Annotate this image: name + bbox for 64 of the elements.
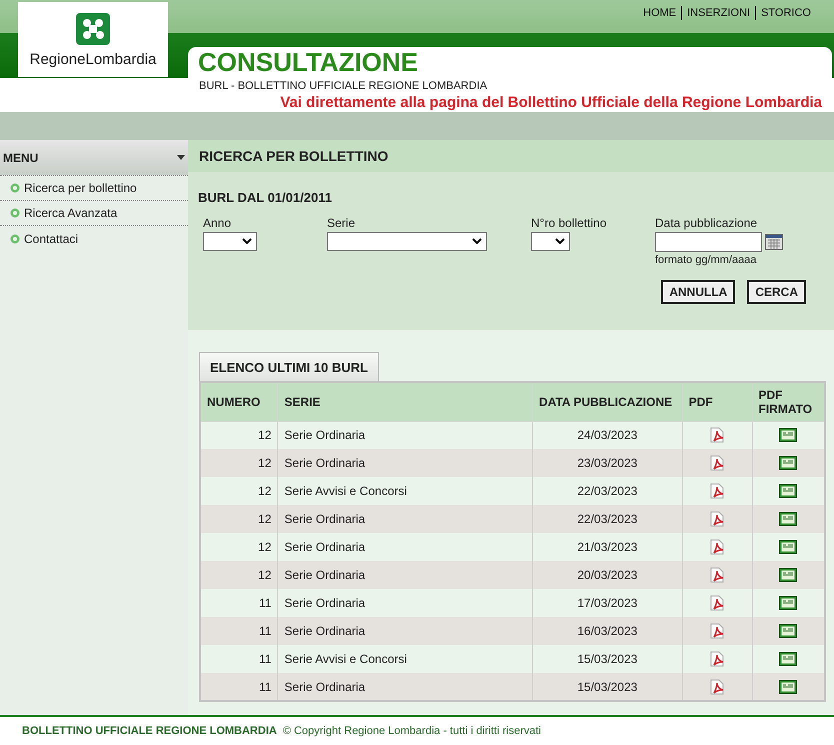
chevron-icon	[242, 238, 252, 244]
page-title: CONSULTAZIONE	[198, 47, 418, 77]
menu-item[interactable]: Contattaci	[24, 230, 78, 248]
nav-link[interactable]: HOME	[638, 6, 682, 20]
bulletin-link[interactable]: Vai direttamente alla pagina del Bollettino Ufficiale della Regione Lombardia	[280, 92, 822, 114]
pdf-icon[interactable]	[709, 678, 726, 694]
table-cell: Serie Ordinaria	[278, 673, 533, 701]
pdf-icon[interactable]	[709, 595, 726, 611]
pdf-icon[interactable]	[709, 427, 726, 444]
pdf-icon[interactable]	[709, 567, 726, 583]
certificate-icon[interactable]	[779, 568, 798, 582]
caret-icon	[177, 155, 185, 160]
bullet-icon	[10, 234, 20, 244]
certificate-icon[interactable]	[779, 624, 798, 638]
series-select[interactable]	[327, 232, 487, 250]
year-select[interactable]	[203, 232, 257, 250]
field-label: Data pubblicazione	[655, 214, 758, 232]
certificate-icon[interactable]	[779, 428, 798, 442]
nav-link[interactable]: STORICO	[755, 6, 816, 20]
certificate-icon[interactable]	[779, 652, 798, 666]
column-header: DATA PUBBLICAZIONE	[532, 382, 682, 421]
footer-title: BOLLETTINO UFFICIALE REGIONE LOMBARDIA	[22, 724, 277, 739]
field-label: Serie	[327, 214, 356, 232]
list-tab[interactable]: ELENCO ULTIMI 10 BURL	[199, 352, 379, 381]
footer-copyright: © Copyright Regione Lombardia - tutti i diritti riservati	[282, 724, 541, 739]
column-header: NUMERO	[200, 382, 278, 421]
pdf-icon[interactable]	[709, 539, 726, 555]
certificate-icon[interactable]	[779, 484, 798, 498]
menu-header[interactable]: MENU	[0, 140, 188, 176]
table-cell: 11	[200, 673, 278, 701]
nav-link[interactable]: INSERZIONI	[681, 6, 756, 20]
date-format-hint: formato gg/mm/aaaa	[655, 252, 758, 268]
table-cell: 15/03/2023	[532, 673, 682, 701]
page-subtitle: BURL - BOLLETTINO UFFICIALE REGIONE LOMBARDIA	[199, 79, 488, 94]
section-subtitle: BURL DAL 01/01/2011	[198, 190, 332, 205]
pdf-icon[interactable]	[709, 623, 726, 639]
logo-text: RegioneLombardia	[30, 50, 156, 70]
logo-icon	[76, 13, 110, 45]
section-title: RICERCA PER BOLLETTINO	[199, 146, 388, 166]
chevron-icon	[472, 238, 482, 244]
column-header: PDF	[682, 382, 752, 421]
field-label: Anno	[203, 214, 232, 232]
cancel-button[interactable]: ANNULLA	[661, 280, 736, 304]
chevron-icon	[555, 238, 565, 244]
menu-title: MENU	[3, 150, 38, 166]
field-label: N°ro bollettino	[531, 214, 608, 232]
search-button[interactable]: CERCA	[747, 280, 806, 304]
certificate-icon[interactable]	[779, 596, 798, 610]
pdf-icon[interactable]	[709, 511, 726, 527]
date-field[interactable]	[655, 232, 762, 252]
menu-item[interactable]: Ricerca Avanzata	[24, 204, 118, 222]
calendar-icon[interactable]	[765, 234, 783, 250]
number-select[interactable]	[531, 232, 570, 250]
pdf-icon[interactable]	[709, 651, 726, 667]
certificate-icon[interactable]	[779, 680, 798, 694]
bullet-icon	[10, 208, 20, 218]
certificate-icon[interactable]	[779, 540, 798, 554]
certificate-icon[interactable]	[779, 456, 798, 470]
certificate-icon[interactable]	[779, 512, 798, 526]
bullet-icon	[10, 183, 20, 193]
pdf-icon[interactable]	[709, 455, 726, 471]
pdf-icon[interactable]	[709, 483, 726, 499]
menu-item[interactable]: Ricerca per bollettino	[24, 179, 137, 197]
column-header: SERIE	[278, 382, 533, 421]
